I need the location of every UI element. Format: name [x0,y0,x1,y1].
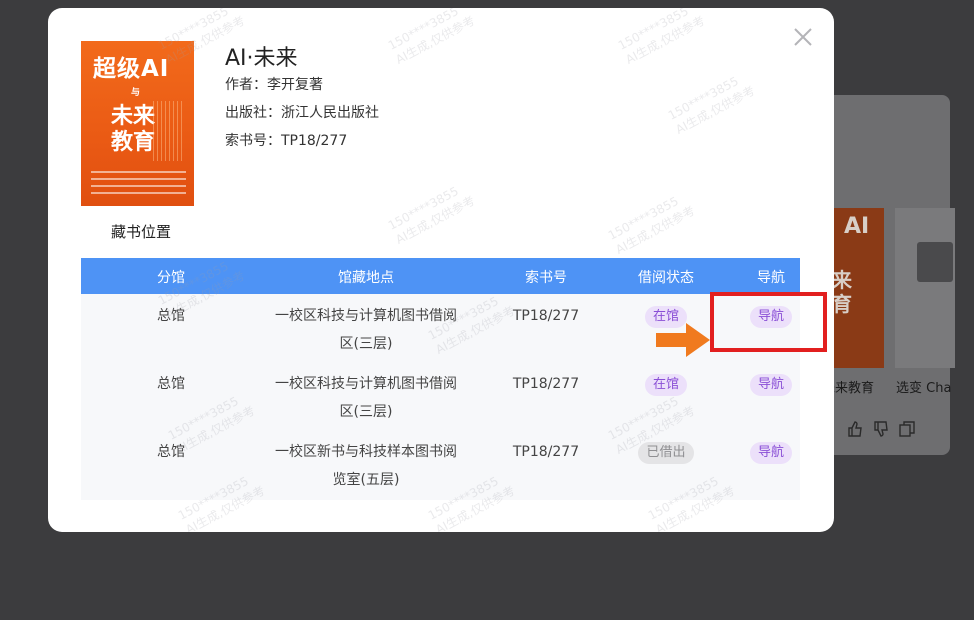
status-badge: 已借出 [638,442,694,464]
watermark-line2: AI生成,仅供参考 [623,13,708,67]
header-branch: 分馆 [157,270,185,286]
watermark-line2: AI生成,仅供参考 [393,13,478,67]
book-call-number: 索书号：TP18/277 [225,133,348,149]
row-status: 在馆 [626,370,706,398]
navigate-button[interactable]: 导航 [749,442,792,464]
book-publisher: 出版社：浙江人民出版社 [225,105,379,121]
watermark: 150****3855 AI生成,仅供参考 [386,8,478,68]
cover-title-line2: 与 [131,88,141,98]
watermark: 150****3855 AI生成,仅供参考 [616,8,708,68]
row-call-number: TP18/277 [512,308,580,324]
row-location: 一校区科技与计算机图书借阅 区(三层) [256,370,476,426]
book-icon [917,242,953,282]
cover-lines [91,171,186,199]
watermark-line1: 150****3855 [385,184,461,233]
background-actions [846,420,916,438]
row-location-line1: 一校区科技与计算机图书借阅 [275,376,457,392]
cover-title-line1: 超级AI [93,56,170,82]
row-status: 已借出 [626,438,706,466]
book-detail-modal: 超级AI 与 未来 教育 藏书位置 AI·未来 作者：李开复著 出版社：浙江人民… [48,8,834,532]
row-location-line1: 一校区新书与科技样本图书阅 [275,444,457,460]
highlight-box [710,292,827,352]
watermark-line2: AI生成,仅供参考 [613,203,698,257]
row-location-line2: 区(三层) [339,404,393,420]
cover-decoration [153,101,183,161]
watermark: 150****3855 AI生成,仅供参考 [666,69,758,137]
holdings-table: 分馆 馆藏地点 索书号 借阅状态 导航 总馆 一校区科技与计算机图书借阅 区(三… [81,258,800,500]
row-location-line1: 一校区科技与计算机图书借阅 [275,308,457,324]
header-navigation: 导航 [757,270,785,286]
thumbs-down-icon [872,420,890,438]
watermark-line1: 150****3855 [615,8,691,53]
row-branch: 总馆 [157,308,185,324]
navigate-button[interactable]: 导航 [749,374,792,396]
location-label: 藏书位置 [111,223,172,241]
cover-title-line3: 未来 教育 [111,104,156,155]
watermark: 150****3855 AI生成,仅供参考 [606,189,698,257]
watermark-line1: 150****3855 [605,194,681,243]
row-location: 一校区新书与科技样本图书阅 览室(五层) [256,438,476,494]
header-location: 馆藏地点 [338,270,394,286]
row-location-line2: 览室(五层) [332,472,400,488]
book-author: 作者：李开复著 [225,77,323,93]
table-header: 分馆 馆藏地点 索书号 借阅状态 导航 [81,258,800,294]
header-call-number: 索书号 [525,270,567,286]
watermark-line1: 150****3855 [665,74,741,123]
watermark: 150****3855 AI生成,仅供参考 [386,179,478,247]
background-book-cover-2 [895,208,955,368]
copy-icon [898,420,916,438]
background-cover-text-mid: 来 育 [832,268,852,316]
background-cover-text-top: AI [844,214,870,239]
thumbs-up-icon [846,420,864,438]
close-icon[interactable] [792,26,814,48]
row-call-number: TP18/277 [512,444,580,460]
watermark-line1: 150****3855 [385,8,461,53]
row-location-line2: 区(三层) [339,336,393,352]
row-location: 一校区科技与计算机图书借阅 区(三层) [256,302,476,358]
watermark-line2: AI生成,仅供参考 [673,83,758,137]
row-navigation: 导航 [736,370,806,398]
row-call-number: TP18/277 [512,376,580,392]
book-cover: 超级AI 与 未来 教育 [81,41,194,206]
row-navigation: 导航 [736,438,806,466]
row-branch: 总馆 [157,376,185,392]
background-book-title-2: 选变 Cha [896,381,952,396]
watermark-line2: AI生成,仅供参考 [393,193,478,247]
status-badge: 在馆 [644,374,687,396]
row-branch: 总馆 [157,444,185,460]
book-title: AI·未来 [225,46,298,71]
arrow-right-icon [656,323,710,361]
header-status: 借阅状态 [638,270,694,286]
